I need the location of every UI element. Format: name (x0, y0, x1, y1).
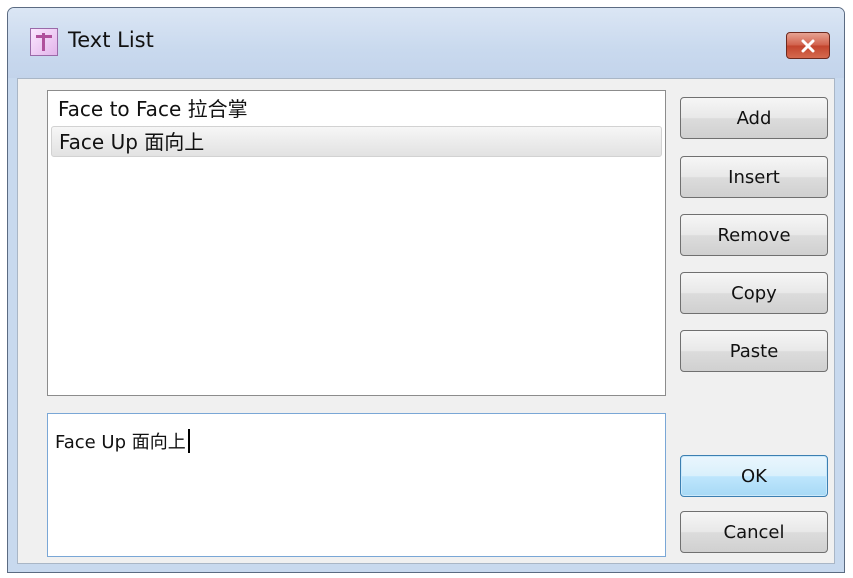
text-caret (187, 429, 190, 453)
text-edit-field[interactable]: Face Up 面向上 (47, 413, 666, 557)
text-list-dialog: Text List Face to Face 拉合掌 Face Up 面向上 F… (7, 7, 845, 573)
copy-button[interactable]: Copy (680, 272, 828, 314)
close-button[interactable] (786, 32, 830, 59)
list-item-selected[interactable]: Face Up 面向上 (51, 126, 662, 157)
insert-button[interactable]: Insert (680, 156, 828, 198)
title-bar[interactable]: Text List (8, 8, 844, 78)
cancel-button[interactable]: Cancel (680, 511, 828, 553)
window-title: Text List (68, 28, 154, 52)
close-icon (801, 39, 815, 52)
text-listbox[interactable]: Face to Face 拉合掌 Face Up 面向上 (47, 90, 666, 396)
app-icon (30, 28, 58, 56)
add-button[interactable]: Add (680, 97, 828, 139)
dialog-body: Face to Face 拉合掌 Face Up 面向上 Face Up 面向上… (17, 78, 835, 564)
edit-field-value: Face Up 面向上 (55, 432, 186, 453)
paste-button[interactable]: Paste (680, 330, 828, 372)
list-item[interactable]: Face to Face 拉合掌 (51, 94, 662, 125)
ok-button[interactable]: OK (680, 455, 828, 497)
remove-button[interactable]: Remove (680, 214, 828, 256)
